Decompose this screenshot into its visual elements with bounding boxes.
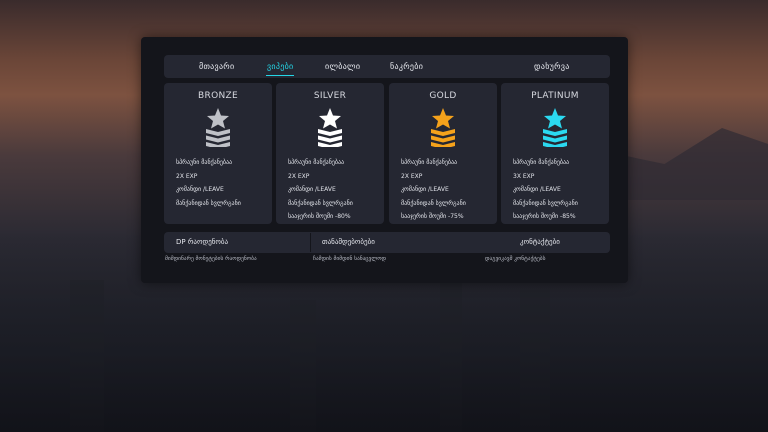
rank-chevron-star-icon [318, 108, 342, 147]
perk-item: სააჯერის შოუმი -85% [513, 213, 576, 220]
card-title: GOLD [429, 91, 457, 101]
perk-item: მანქანიდან სვლრგანი [513, 199, 578, 207]
card-title: BRONZE [198, 91, 238, 101]
dp-balance-label: DP რაოდენობა [176, 238, 229, 246]
tab-main[interactable]: მთავარი [199, 55, 234, 78]
perk-item: 3X EXP [513, 172, 535, 180]
perk-item: სპრაუნი მანქანებაა [401, 159, 458, 166]
contacts-label[interactable]: კონტაქტები [520, 232, 560, 253]
vip-card-gold[interactable]: GOLD სპრაუნი მანქანებაა 2X EXP კომანდი /… [389, 83, 497, 224]
perk-item: 2X EXP [401, 172, 423, 180]
perk-item: სააჯერის შოუმი -75% [401, 213, 464, 220]
perk-item: კომანდი /LEAVE [401, 186, 449, 193]
nav-bar: მთავარი ვიპები ილბალი ნაკრები დახურვა [164, 55, 610, 78]
perk-list: სპრაუნი მანქანებაა 2X EXP კომანდი /LEAVE… [401, 156, 493, 224]
vip-card-platinum[interactable]: PLATINUM სპრაუნი მანქანებაა 3X EXP კომან… [501, 83, 609, 224]
perk-list: სპრაუნი მანქანებაა 3X EXP კომანდი /LEAVE… [513, 156, 605, 224]
vip-card-bronze[interactable]: BRONZE სპრაუნი მანქანებაა 2X EXP კომანდი… [164, 83, 272, 224]
perk-item: კომანდი /LEAVE [176, 186, 224, 193]
close-button[interactable]: დახურვა [534, 55, 570, 78]
card-title: SILVER [313, 91, 347, 101]
perk-list: სპრაუნი მანქანებაა 2X EXP კომანდი /LEAVE… [176, 156, 268, 210]
perk-item: მანქანიდან სვლრგანი [176, 199, 241, 207]
rank-chevron-star-icon [431, 108, 455, 147]
tab-luck[interactable]: ილბალი [325, 55, 360, 78]
perk-item: 2X EXP [176, 172, 198, 180]
info-bar: DP რაოდენობა თანამდებობები კონტაქტები [164, 232, 610, 253]
vip-panel: მთავარი ვიპები ილბალი ნაკრები დახურვა BR… [141, 37, 628, 283]
perk-item: სააჯერის შოუმი -80% [288, 213, 351, 220]
perk-item: კომანდი /LEAVE [513, 186, 561, 193]
perk-item: სპრაუნი მანქანებაა [288, 159, 345, 166]
positions-label: თანამდებობები [322, 238, 375, 246]
card-title: PLATINUM [531, 91, 579, 101]
perk-list: სპრაუნი მანქანებაა 2X EXP კომანდი /LEAVE… [288, 156, 380, 224]
perk-item: კომანდი /LEAVE [288, 186, 336, 193]
dp-balance-subtext: მიმდინარე მონეტების რაოდენობა [165, 256, 257, 262]
perk-item: 2X EXP [288, 172, 310, 180]
positions-subtext: ჩამდის მიმდინ სანაცვლოდ [313, 256, 387, 262]
perk-item: მანქანიდან სვლრგანი [288, 199, 353, 207]
tab-kits[interactable]: ნაკრები [390, 55, 423, 78]
vip-card-silver[interactable]: SILVER სპრაუნი მანქანებაა 2X EXP კომანდი… [276, 83, 384, 224]
perk-item: სპრაუნი მანქანებაა [513, 159, 570, 166]
rank-chevron-star-icon [206, 108, 230, 147]
contacts-subtext: დაგვიკავშ კონტაქტებს [485, 256, 546, 262]
perk-item: მანქანიდან სვლრგანი [401, 199, 466, 207]
rank-chevron-star-icon [543, 108, 567, 147]
divider [310, 233, 311, 252]
tab-vips[interactable]: ვიპები [265, 55, 295, 78]
perk-item: სპრაუნი მანქანებაა [176, 159, 233, 166]
